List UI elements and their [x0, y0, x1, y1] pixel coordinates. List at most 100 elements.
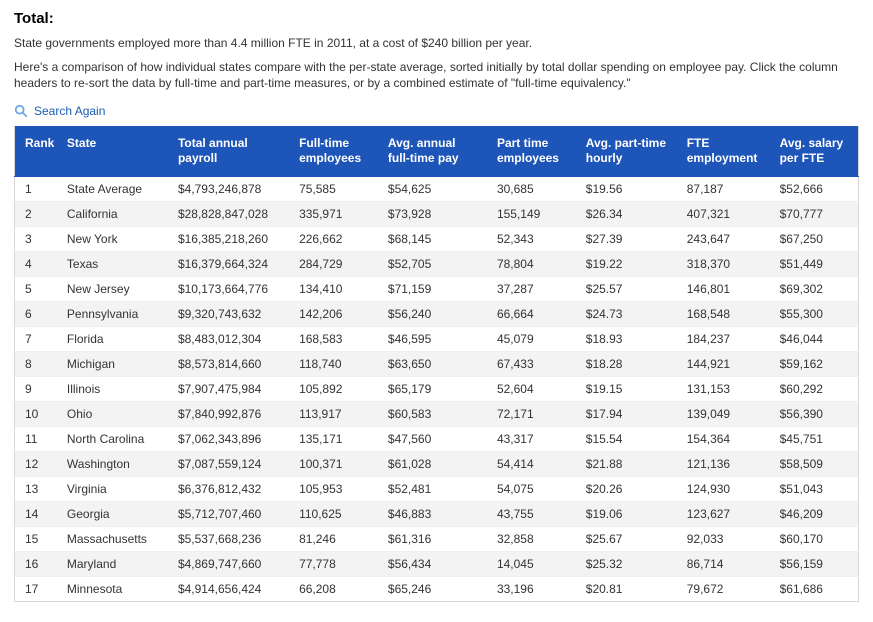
cell-avgft: $61,028	[378, 451, 487, 476]
cell-state[interactable]: Michigan	[57, 351, 168, 376]
cell-pt: 155,149	[487, 201, 576, 226]
cell-ft: 81,246	[289, 526, 378, 551]
page: Total: State governments employed more t…	[0, 0, 873, 622]
cell-pay: $16,385,218,260	[168, 226, 289, 251]
data-table: Rank State Total annual payroll Full-tim…	[14, 126, 859, 602]
cell-ft: 113,917	[289, 401, 378, 426]
table-row: 6Pennsylvania$9,320,743,632142,206$56,24…	[15, 301, 859, 326]
cell-rank: 7	[15, 326, 57, 351]
cell-pay: $28,828,847,028	[168, 201, 289, 226]
cell-avgft: $52,705	[378, 251, 487, 276]
cell-avgfte: $58,509	[770, 451, 859, 476]
cell-ptavg: $19.06	[576, 501, 677, 526]
table-row: 14Georgia$5,712,707,460110,625$46,88343,…	[15, 501, 859, 526]
col-ft[interactable]: Full-time employees	[289, 126, 378, 177]
table-row: 7Florida$8,483,012,304168,583$46,59545,0…	[15, 326, 859, 351]
cell-ptavg: $24.73	[576, 301, 677, 326]
col-state[interactable]: State	[57, 126, 168, 177]
cell-ft: 105,953	[289, 476, 378, 501]
cell-pt: 43,755	[487, 501, 576, 526]
cell-ftee: 86,714	[677, 551, 770, 576]
cell-state[interactable]: State Average	[57, 176, 168, 201]
cell-state[interactable]: Massachusetts	[57, 526, 168, 551]
cell-state[interactable]: Georgia	[57, 501, 168, 526]
cell-state[interactable]: Pennsylvania	[57, 301, 168, 326]
table-row: 12Washington$7,087,559,124100,371$61,028…	[15, 451, 859, 476]
cell-ft: 66,208	[289, 576, 378, 601]
intro-paragraph-1: State governments employed more than 4.4…	[14, 35, 859, 51]
cell-ft: 75,585	[289, 176, 378, 201]
cell-rank: 9	[15, 376, 57, 401]
search-again-label: Search Again	[34, 104, 105, 118]
col-rank[interactable]: Rank	[15, 126, 57, 177]
cell-ptavg: $19.22	[576, 251, 677, 276]
cell-rank: 14	[15, 501, 57, 526]
cell-avgfte: $69,302	[770, 276, 859, 301]
cell-state[interactable]: North Carolina	[57, 426, 168, 451]
cell-pay: $7,062,343,896	[168, 426, 289, 451]
cell-state[interactable]: Florida	[57, 326, 168, 351]
cell-pay: $7,840,992,876	[168, 401, 289, 426]
cell-avgfte: $51,449	[770, 251, 859, 276]
search-again-link[interactable]: Search Again	[14, 104, 105, 118]
cell-state[interactable]: New Jersey	[57, 276, 168, 301]
cell-ft: 110,625	[289, 501, 378, 526]
table-row: 8Michigan$8,573,814,660118,740$63,65067,…	[15, 351, 859, 376]
cell-state[interactable]: Minnesota	[57, 576, 168, 601]
cell-rank: 6	[15, 301, 57, 326]
col-ftee[interactable]: FTE employment	[677, 126, 770, 177]
cell-ptavg: $27.39	[576, 226, 677, 251]
col-avgft[interactable]: Avg. annual full-time pay	[378, 126, 487, 177]
cell-pay: $16,379,664,324	[168, 251, 289, 276]
cell-state[interactable]: Illinois	[57, 376, 168, 401]
cell-avgft: $52,481	[378, 476, 487, 501]
cell-avgft: $47,560	[378, 426, 487, 451]
cell-ftee: 131,153	[677, 376, 770, 401]
cell-rank: 5	[15, 276, 57, 301]
cell-state[interactable]: Ohio	[57, 401, 168, 426]
cell-avgft: $56,434	[378, 551, 487, 576]
cell-ft: 284,729	[289, 251, 378, 276]
cell-pay: $5,537,668,236	[168, 526, 289, 551]
table-row: 10Ohio$7,840,992,876113,917$60,58372,171…	[15, 401, 859, 426]
cell-avgfte: $52,666	[770, 176, 859, 201]
cell-pt: 54,414	[487, 451, 576, 476]
cell-ptavg: $19.56	[576, 176, 677, 201]
cell-pay: $10,173,664,776	[168, 276, 289, 301]
cell-ft: 105,892	[289, 376, 378, 401]
cell-state[interactable]: Washington	[57, 451, 168, 476]
cell-pay: $6,376,812,432	[168, 476, 289, 501]
cell-pay: $9,320,743,632	[168, 301, 289, 326]
cell-state[interactable]: Virginia	[57, 476, 168, 501]
cell-pay: $8,573,814,660	[168, 351, 289, 376]
cell-pt: 52,604	[487, 376, 576, 401]
cell-state[interactable]: Texas	[57, 251, 168, 276]
cell-avgfte: $70,777	[770, 201, 859, 226]
cell-state[interactable]: New York	[57, 226, 168, 251]
cell-avgfte: $60,170	[770, 526, 859, 551]
cell-avgfte: $55,300	[770, 301, 859, 326]
cell-avgft: $60,583	[378, 401, 487, 426]
cell-pay: $5,712,707,460	[168, 501, 289, 526]
cell-ft: 335,971	[289, 201, 378, 226]
col-ptavg[interactable]: Avg. part-time hourly	[576, 126, 677, 177]
cell-ptavg: $21.88	[576, 451, 677, 476]
cell-pt: 37,287	[487, 276, 576, 301]
cell-ftee: 123,627	[677, 501, 770, 526]
cell-avgfte: $51,043	[770, 476, 859, 501]
cell-ftee: 92,033	[677, 526, 770, 551]
col-pt[interactable]: Part time employees	[487, 126, 576, 177]
cell-state[interactable]: California	[57, 201, 168, 226]
search-icon	[14, 104, 28, 118]
col-pay[interactable]: Total annual payroll	[168, 126, 289, 177]
cell-rank: 12	[15, 451, 57, 476]
col-avgfte[interactable]: Avg. salary per FTE	[770, 126, 859, 177]
cell-state[interactable]: Maryland	[57, 551, 168, 576]
cell-pay: $7,907,475,984	[168, 376, 289, 401]
cell-avgft: $73,928	[378, 201, 487, 226]
cell-rank: 16	[15, 551, 57, 576]
cell-avgfte: $56,390	[770, 401, 859, 426]
cell-ftee: 407,321	[677, 201, 770, 226]
cell-avgft: $56,240	[378, 301, 487, 326]
cell-avgft: $63,650	[378, 351, 487, 376]
